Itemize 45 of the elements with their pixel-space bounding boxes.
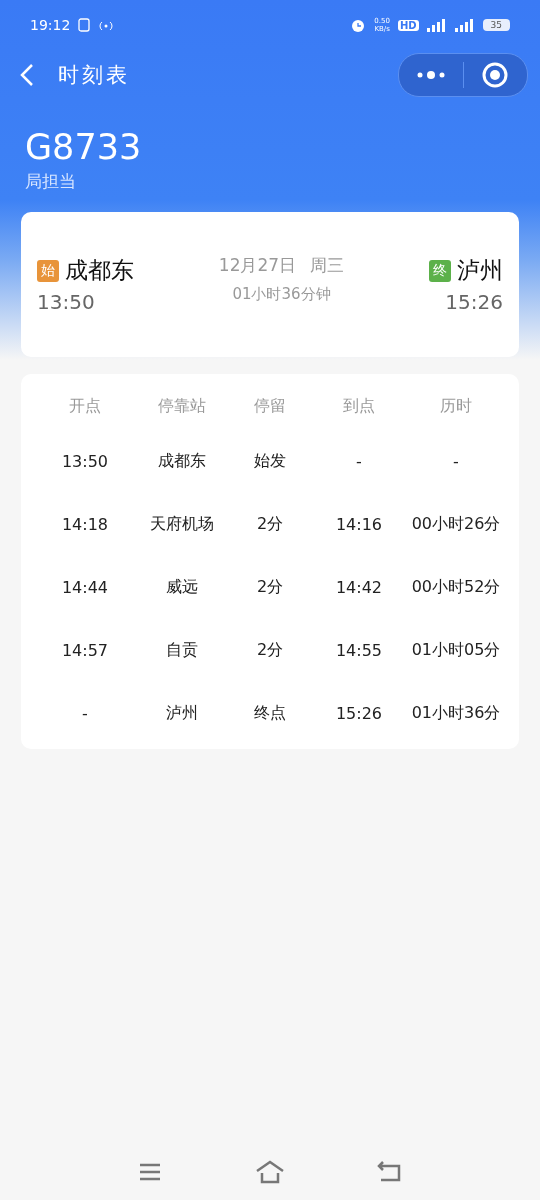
column-header: 到点 [343,395,375,417]
operator-label: 局担当 [25,170,77,193]
table-cell: 13:50 [61,452,109,471]
table-cell: 威远 [166,577,198,598]
station-name: 成都东 [65,256,134,285]
train-number: G8733 [25,126,143,168]
table-cell: 14:16 [335,515,383,534]
table-cell: 01小时36分 [411,703,501,724]
column-header: 停留 [254,395,286,417]
table-cell: 14:42 [335,578,383,597]
table-cell: 01小时05分 [411,640,501,661]
table-cell: 泸州 [166,703,198,724]
hd-label: HD [397,19,419,31]
table-cell: 成都东 [158,451,206,472]
table-cell: - [453,452,459,471]
table-cell: 自贡 [166,640,198,661]
battery-level: 35 [482,19,510,31]
table-cell: 15:26 [335,704,383,723]
table-cell: 14:57 [61,641,109,660]
table-cell: 00小时52分 [411,577,501,598]
table-cell: 2分 [256,640,284,661]
table-cell: 14:55 [335,641,383,660]
table-cell: 00小时26分 [411,514,501,535]
table-cell: 始发 [254,451,286,472]
station-time: 13:50 [37,290,95,314]
column-header: 历时 [440,395,472,417]
table-cell: - [82,704,88,723]
page-title: 时刻表 [58,62,130,89]
table-cell: 天府机场 [150,514,214,535]
table-cell: 2分 [256,514,284,535]
table-cell: - [356,452,362,471]
travel-date: 12月27日 [218,253,297,277]
column-header: 开点 [69,395,101,417]
station-badge: 终 [429,259,451,282]
station-time: 15:26 [445,290,503,314]
column-header: 停靠站 [158,395,206,417]
table-cell: 14:44 [61,578,109,597]
station-name: 泸州 [457,256,503,285]
table-cell: 14:18 [61,515,109,534]
status-time: 19:12 [30,17,71,33]
travel-duration: 01小时36分钟 [232,284,331,304]
table-cell: 2分 [256,577,284,598]
table-cell: 终点 [254,703,286,724]
station-badge: 始 [37,259,59,282]
weekday: 周三 [310,253,345,277]
